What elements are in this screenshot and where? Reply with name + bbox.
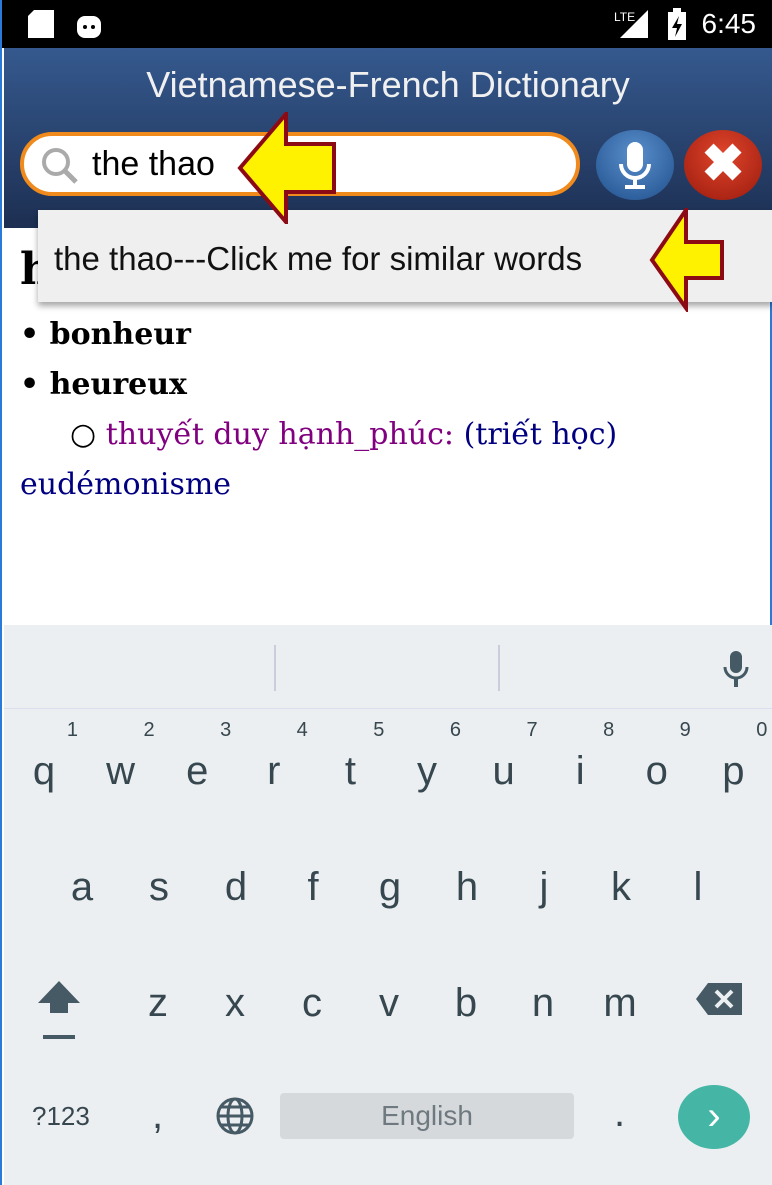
key-d[interactable]: d bbox=[198, 865, 274, 910]
key-hint: 1 bbox=[66, 719, 78, 741]
key-t[interactable]: t5 bbox=[312, 719, 388, 794]
suggestion-strip bbox=[4, 625, 772, 709]
key-v[interactable]: v bbox=[351, 981, 427, 1026]
key-u[interactable]: u7 bbox=[466, 719, 542, 794]
key-y[interactable]: y6 bbox=[389, 719, 465, 794]
key-a[interactable]: a bbox=[44, 865, 120, 910]
key-b[interactable]: b bbox=[428, 981, 504, 1026]
key-hint: 8 bbox=[603, 719, 615, 741]
period-key[interactable]: . bbox=[614, 1091, 625, 1136]
space-bar[interactable]: English bbox=[280, 1093, 574, 1139]
key-n[interactable]: n bbox=[505, 981, 581, 1026]
key-i[interactable]: i8 bbox=[542, 719, 618, 794]
clock: 6:45 bbox=[701, 8, 757, 39]
key-c[interactable]: c bbox=[274, 981, 350, 1026]
key-p[interactable]: p0 bbox=[695, 719, 771, 794]
clear-button[interactable]: ✖ bbox=[684, 130, 762, 200]
key-r[interactable]: r4 bbox=[236, 719, 312, 794]
android-icon bbox=[77, 16, 101, 38]
key-hint: 4 bbox=[296, 719, 308, 741]
arrow-pointer-icon bbox=[649, 208, 724, 312]
key-x[interactable]: x bbox=[197, 981, 273, 1026]
list-item: • bonheur bbox=[20, 317, 191, 352]
comma-key[interactable]: , bbox=[152, 1093, 163, 1138]
key-hint: 6 bbox=[449, 719, 461, 741]
app-title: Vietnamese-French Dictionary bbox=[146, 64, 630, 105]
shift-icon[interactable] bbox=[34, 977, 84, 1041]
globe-icon[interactable] bbox=[214, 1095, 256, 1137]
enter-button[interactable]: › bbox=[678, 1085, 750, 1149]
close-icon: ✖ bbox=[701, 135, 745, 193]
key-l[interactable]: l bbox=[660, 865, 736, 910]
key-e[interactable]: e3 bbox=[159, 719, 235, 794]
key-h[interactable]: h bbox=[429, 865, 505, 910]
battery-charging-icon bbox=[668, 8, 686, 40]
microphone-icon bbox=[619, 142, 651, 189]
key-f[interactable]: f bbox=[275, 865, 351, 910]
symbols-key[interactable]: ?123 bbox=[32, 1101, 90, 1132]
key-hint: 7 bbox=[526, 719, 538, 741]
key-g[interactable]: g bbox=[352, 865, 428, 910]
keyboard: q1w2e3r4t5y6u7i8o9p0 asdfghjkl zxcvbnm ?… bbox=[4, 625, 772, 1185]
key-hint: 2 bbox=[143, 719, 155, 741]
key-w[interactable]: w2 bbox=[83, 719, 159, 794]
key-hint: 9 bbox=[679, 719, 691, 741]
microphone-icon[interactable] bbox=[720, 649, 752, 689]
key-hint: 3 bbox=[220, 719, 232, 741]
key-hint: 0 bbox=[756, 719, 768, 741]
key-s[interactable]: s bbox=[121, 865, 197, 910]
arrow-pointer-icon bbox=[237, 112, 336, 224]
divider bbox=[274, 645, 276, 691]
key-k[interactable]: k bbox=[583, 865, 659, 910]
chevron-right-icon: › bbox=[707, 1094, 721, 1138]
translation: eudémonisme bbox=[20, 467, 232, 502]
list-item: ○ thuyết duy hạnh_phúc: (triết học) bbox=[70, 417, 618, 452]
key-o[interactable]: o9 bbox=[619, 719, 695, 794]
key-m[interactable]: m bbox=[582, 981, 658, 1026]
key-j[interactable]: j bbox=[506, 865, 582, 910]
status-bar: LTE 6:45 bbox=[2, 0, 772, 48]
definition-list: • bonheur • heureux ○ thuyết duy hạnh_ph… bbox=[20, 310, 617, 510]
signal-icon bbox=[620, 10, 648, 38]
list-item: • heureux bbox=[20, 367, 187, 402]
sd-card-icon bbox=[28, 10, 54, 38]
key-z[interactable]: z bbox=[120, 981, 196, 1026]
divider bbox=[498, 645, 500, 691]
key-q[interactable]: q1 bbox=[6, 719, 82, 794]
voice-search-button[interactable] bbox=[596, 130, 674, 200]
key-hint: 5 bbox=[373, 719, 385, 741]
backspace-icon[interactable] bbox=[694, 981, 744, 1017]
search-icon bbox=[42, 148, 78, 184]
